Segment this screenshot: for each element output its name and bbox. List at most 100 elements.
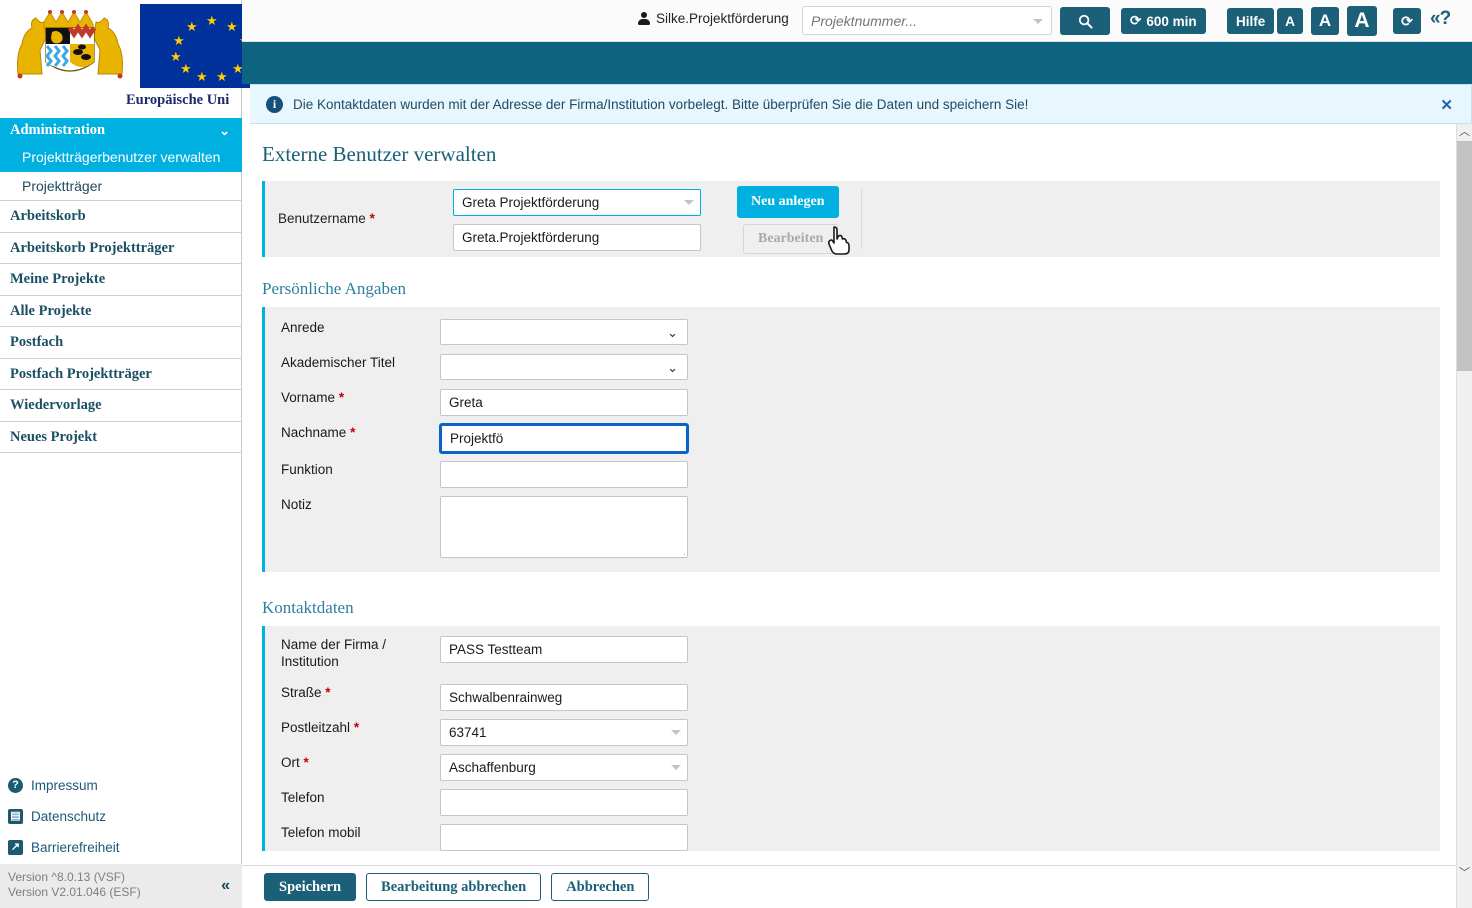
sidebar: ★ ★ ★ ★ ★ ★ ★ ★ ★ ★ ★ ★ Europäische Uni … <box>0 0 280 908</box>
version-vsf: Version ^8.0.13 (VSF) <box>8 870 126 884</box>
benutzername-label: Benutzername * <box>278 211 375 226</box>
font-size-large-button[interactable]: A <box>1347 6 1377 36</box>
telefon-mobil-label: Telefon mobil <box>281 825 361 840</box>
session-timer-button[interactable]: ⟳ 600 min <box>1121 8 1206 34</box>
refresh-button[interactable]: ⟳ <box>1393 8 1421 34</box>
panel-collapse-button[interactable]: «? <box>1430 8 1451 30</box>
user-select-combo[interactable] <box>453 189 701 216</box>
sidebar-item-label: Alle Projekte <box>10 302 92 319</box>
akademischer-titel-label: Akademischer Titel <box>281 355 396 370</box>
chevron-down-icon: ⌄ <box>667 360 678 375</box>
info-message: Die Kontaktdaten wurden mit der Adresse … <box>293 96 1029 112</box>
firma-label: Name der Firma / Institution <box>281 637 387 669</box>
resize-grip-icon[interactable] <box>674 544 685 555</box>
current-user: Silke.Projektförderung <box>638 11 789 26</box>
cancel-edit-button[interactable]: Bearbeitung abbrechen <box>366 873 542 901</box>
strasse-input[interactable] <box>440 684 688 711</box>
section-title-personal: Persönliche Angaben <box>262 279 406 298</box>
sidebar-item-projekttraeger[interactable]: Projektträger <box>0 172 242 201</box>
ort-label: Ort * <box>281 755 309 770</box>
sidebar-item-wiedervorlage[interactable]: Wiedervorlage <box>0 390 242 422</box>
funktion-label: Funktion <box>281 462 333 477</box>
sidebar-item-arbeitskorb[interactable]: Arbeitskorb <box>0 201 242 233</box>
info-banner: i Die Kontaktdaten wurden mit der Adress… <box>250 84 1472 124</box>
new-user-button[interactable]: Neu anlegen <box>737 186 839 218</box>
page-title: Externe Benutzer verwalten <box>262 142 497 166</box>
search-input[interactable] <box>803 7 1034 34</box>
notiz-textarea[interactable] <box>440 496 688 558</box>
sidebar-item-label: Postfach Projektträger <box>10 365 152 382</box>
top-bar: Silke.Projektförderung ⟳ 600 min Hilfe A… <box>242 0 1472 42</box>
sidebar-nav: Administration ⌄ Projektträgerbenutzer v… <box>0 118 242 453</box>
telefon-mobil-input[interactable] <box>440 824 688 851</box>
help-button[interactable]: Hilfe <box>1227 8 1275 34</box>
username-panel: Benutzername * Neu anlegen Bearbeiten <box>262 181 1440 257</box>
scrollbar-thumb[interactable] <box>1457 141 1472 371</box>
firma-input[interactable] <box>440 636 688 663</box>
required-marker: * <box>325 685 331 700</box>
chevron-down-icon[interactable] <box>1033 19 1043 24</box>
sidebar-item-meine-projekte[interactable]: Meine Projekte <box>0 264 242 296</box>
sidebar-collapse-button[interactable]: « <box>221 878 230 894</box>
footer-link-label: Datenschutz <box>31 809 107 824</box>
ort-input[interactable] <box>440 754 688 781</box>
logo-area: ★ ★ ★ ★ ★ ★ ★ ★ ★ ★ ★ ★ <box>0 0 280 90</box>
sidebar-item-postfach[interactable]: Postfach <box>0 327 242 359</box>
sidebar-group-label: Administration <box>10 122 106 138</box>
sidebar-item-projekttraegerbenutzer-verwalten[interactable]: Projektträgerbenutzer verwalten <box>0 143 242 172</box>
close-icon[interactable]: ✕ <box>1440 96 1453 114</box>
version-esf: Version V2.01.046 (ESF) <box>8 885 141 899</box>
question-mark-icon: ? <box>8 778 23 793</box>
section-title-contact: Kontaktdaten <box>262 598 354 617</box>
project-search-combo[interactable] <box>802 6 1052 35</box>
sidebar-group-administration[interactable]: Administration ⌄ <box>0 118 242 143</box>
font-size-small-button[interactable]: A <box>1277 8 1303 34</box>
footer-link-impressum[interactable]: ? Impressum <box>0 770 242 801</box>
vorname-label: Vorname * <box>281 390 345 405</box>
edit-user-button: Bearbeiten <box>743 224 839 254</box>
resize-grip-icon <box>1456 110 1470 124</box>
search-button[interactable] <box>1060 7 1110 35</box>
nachname-label: Nachname * <box>281 425 356 440</box>
font-size-medium-button[interactable]: A <box>1311 7 1339 35</box>
notiz-label: Notiz <box>281 497 312 512</box>
sidebar-item-postfach-projekttraeger[interactable]: Postfach Projektträger <box>0 359 242 390</box>
akademischer-titel-select[interactable]: ⌄ <box>440 354 688 380</box>
user-icon <box>638 12 650 25</box>
postleitzahl-input[interactable] <box>440 719 688 746</box>
sidebar-item-alle-projekte[interactable]: Alle Projekte <box>0 296 242 327</box>
footer-link-barrierefreiheit[interactable]: ↗ Barrierefreiheit <box>0 832 242 863</box>
sidebar-item-label: Neues Projekt <box>10 428 98 445</box>
required-marker: * <box>350 425 356 440</box>
telefon-input[interactable] <box>440 789 688 816</box>
nachname-input[interactable] <box>440 424 688 453</box>
header-band <box>242 42 1472 84</box>
eu-caption: Europäische Uni <box>126 92 230 108</box>
version-info: Version ^8.0.13 (VSF) Version V2.01.046 … <box>0 864 242 908</box>
sidebar-item-arbeitskorb-projekttraeger[interactable]: Arbeitskorb Projektträger <box>0 233 242 264</box>
funktion-input[interactable] <box>440 461 688 488</box>
scroll-up-button[interactable]: ︿ <box>1457 124 1472 141</box>
chevron-down-icon: ⌄ <box>219 123 230 138</box>
session-timer-label: 600 min <box>1146 13 1197 29</box>
arrow-up-right-icon: ↗ <box>8 840 23 855</box>
username-input[interactable] <box>453 224 701 251</box>
footer-link-label: Barrierefreiheit <box>31 840 120 855</box>
sidebar-item-neues-projekt[interactable]: Neues Projekt <box>0 422 242 453</box>
save-button[interactable]: Speichern <box>264 873 357 901</box>
required-marker: * <box>369 211 375 226</box>
sidebar-item-label: Projektträgerbenutzer verwalten <box>22 149 221 165</box>
required-marker: * <box>303 755 309 770</box>
vorname-input[interactable] <box>440 389 688 416</box>
cancel-button[interactable]: Abbrechen <box>551 873 650 901</box>
bavaria-coat-of-arms-icon <box>10 4 130 88</box>
vertical-scrollbar[interactable]: ︿ ﹀ <box>1456 124 1472 908</box>
document-icon: ▤ <box>8 809 23 824</box>
contact-panel: Name der Firma / Institution Straße * Po… <box>262 626 1440 851</box>
sidebar-item-label: Wiedervorlage <box>10 397 102 413</box>
scroll-down-button[interactable]: ﹀ <box>1457 865 1472 882</box>
chevron-down-icon: ⌄ <box>667 325 678 340</box>
refresh-icon: ⟳ <box>1401 12 1413 29</box>
footer-link-datenschutz[interactable]: ▤ Datenschutz <box>0 801 242 832</box>
anrede-select[interactable]: ⌄ <box>440 319 688 345</box>
